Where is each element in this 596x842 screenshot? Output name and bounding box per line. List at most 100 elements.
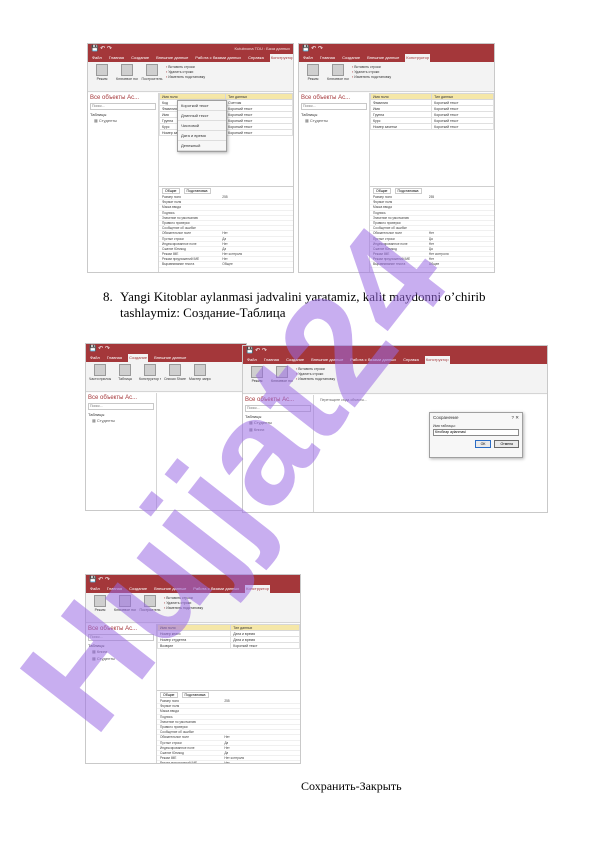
view-button[interactable]: Режим <box>246 366 268 391</box>
modify-lookups-button[interactable]: Изменить подстановку <box>352 75 391 79</box>
property-value[interactable]: Да <box>222 247 226 251</box>
tab-create[interactable]: Создание <box>128 354 149 362</box>
property-value[interactable]: Нет <box>429 231 434 235</box>
tab-create[interactable]: Создание <box>128 585 148 593</box>
insert-rows-button[interactable]: Вставить строки <box>296 367 335 371</box>
nav-item-books[interactable]: Книги <box>86 648 156 655</box>
menu-item[interactable]: Числовой <box>178 121 226 131</box>
property-value[interactable]: Нет контроля <box>222 252 242 256</box>
menu-item[interactable]: Короткий текст <box>178 101 226 111</box>
tab-file[interactable]: Файл <box>89 354 101 362</box>
property-value[interactable]: Нет контроля <box>224 756 244 760</box>
table-row[interactable]: Номер зачетки Короткий текст <box>369 123 494 130</box>
table-button[interactable]: Таблица <box>114 364 136 389</box>
quick-access-icons[interactable]: 💾 ↶ ↷ <box>246 347 267 354</box>
nav-group-tables[interactable]: Таблицы <box>88 110 158 117</box>
tab-database[interactable]: Работа с базами данных <box>192 585 240 593</box>
nav-search-input[interactable]: Поиск... <box>88 403 154 410</box>
property-value[interactable]: 255 <box>224 699 229 703</box>
nav-header[interactable]: Все объекты Ac... <box>88 93 158 103</box>
property-value[interactable]: Да <box>429 247 433 251</box>
quick-access-icons[interactable]: 💾 ↶ ↷ <box>91 45 112 52</box>
view-button[interactable]: Режим <box>302 64 324 89</box>
sharepoint-lists-button[interactable]: Списки SharePoint <box>164 364 186 389</box>
modify-lookups-button[interactable]: Изменить подстановку <box>164 606 203 610</box>
delete-rows-button[interactable]: Удалить строки <box>296 372 335 376</box>
insert-rows-button[interactable]: Вставить строки <box>352 65 391 69</box>
menu-item[interactable]: Длинный текст <box>178 111 226 121</box>
property-row[interactable]: Выравнивание текста Общее <box>370 262 494 268</box>
nav-group-tables[interactable]: Таблицы <box>299 110 369 117</box>
tab-lookup[interactable]: Подстановка <box>394 188 422 194</box>
view-button[interactable]: Режим <box>89 595 111 620</box>
table-design-button[interactable]: Конструктор таблиц <box>139 364 161 389</box>
property-value[interactable]: Нет <box>222 257 227 261</box>
menu-item[interactable]: Дата и время <box>178 131 226 141</box>
tab-home[interactable]: Главная <box>106 354 123 362</box>
property-value[interactable]: Нет <box>224 735 229 739</box>
insert-rows-button[interactable]: Вставить строки <box>164 596 203 600</box>
quick-access-icons[interactable]: 💾 ↶ ↷ <box>89 345 110 352</box>
nav-header[interactable]: Все объекты Ac... <box>243 395 313 405</box>
property-value[interactable]: Общее <box>222 262 232 266</box>
tab-file[interactable]: Файл <box>302 54 314 62</box>
nav-header[interactable]: Все объекты Ac... <box>86 624 156 634</box>
property-value[interactable]: Нет <box>429 257 434 261</box>
tab-create[interactable]: Создание <box>285 356 305 364</box>
property-value[interactable]: 255 <box>429 195 434 199</box>
nav-item-books[interactable]: Книги <box>243 426 313 433</box>
delete-rows-button[interactable]: Удалить строки <box>166 70 205 74</box>
nav-group-tables[interactable]: Таблицы <box>86 641 156 648</box>
nav-item-students[interactable]: Студенты <box>86 655 156 662</box>
nav-item-students[interactable]: Студенты <box>243 419 313 426</box>
tab-design[interactable]: Конструктор <box>269 54 293 62</box>
tab-general[interactable]: Общие <box>373 188 391 194</box>
builder-button[interactable]: Построитель <box>141 64 163 89</box>
nav-item-students[interactable]: Студенты <box>299 117 369 124</box>
modify-lookups-button[interactable]: Изменить подстановку <box>296 377 335 381</box>
modify-lookups-button[interactable]: Изменить подстановку <box>166 75 205 79</box>
property-value[interactable]: Нет <box>224 746 229 750</box>
nav-search-input[interactable]: Поиск... <box>88 634 154 641</box>
quick-access-icons[interactable]: 💾 ↶ ↷ <box>89 576 110 583</box>
property-value[interactable]: Нет <box>429 242 434 246</box>
tab-home[interactable]: Главная <box>106 585 123 593</box>
property-value[interactable]: Да <box>429 237 433 241</box>
tab-general[interactable]: Общие <box>160 692 178 698</box>
property-row[interactable]: Режим предложений IME Нет <box>157 761 300 763</box>
nav-search-input[interactable]: Поиск... <box>301 103 367 110</box>
nav-header[interactable]: Все объекты Ac... <box>86 393 156 403</box>
view-button[interactable]: Режим <box>91 64 113 89</box>
nav-group-tables[interactable]: Таблицы <box>243 412 313 419</box>
tab-external[interactable]: Внешние данные <box>366 54 400 62</box>
tab-create[interactable]: Создание <box>130 54 150 62</box>
nav-group-tables[interactable]: Таблицы <box>86 410 156 417</box>
table-row[interactable]: Возврат Короткий текст <box>156 642 300 649</box>
builder-button[interactable]: Построитель <box>139 595 161 620</box>
primary-key-button[interactable]: Ключевое поле <box>116 64 138 89</box>
tab-create[interactable]: Создание <box>341 54 361 62</box>
tab-database[interactable]: Работа с базами данных <box>194 54 242 62</box>
delete-rows-button[interactable]: Удалить строки <box>352 70 391 74</box>
primary-key-button[interactable]: Ключевое поле <box>271 366 293 391</box>
tab-help[interactable]: Справка <box>247 54 265 62</box>
primary-key-button[interactable]: Ключевое поле <box>114 595 136 620</box>
tab-home[interactable]: Главная <box>319 54 336 62</box>
insert-rows-button[interactable]: Вставить строки <box>166 65 205 69</box>
property-value[interactable]: Да <box>222 237 226 241</box>
property-value[interactable]: Общее <box>429 262 439 266</box>
tab-database[interactable]: Работа с базами данных <box>349 356 397 364</box>
quick-access-icons[interactable]: 💾 ↶ ↷ <box>302 45 323 52</box>
tab-external[interactable]: Внешние данные <box>153 354 187 362</box>
tab-file[interactable]: Файл <box>89 585 101 593</box>
nav-search-input[interactable]: Поиск... <box>245 405 311 412</box>
nav-search-input[interactable]: Поиск... <box>90 103 156 110</box>
tab-design[interactable]: Конструктор <box>424 356 450 364</box>
query-wizard-button[interactable]: Мастер запросов <box>189 364 211 389</box>
tab-lookup[interactable]: Подстановка <box>183 188 211 194</box>
tab-home[interactable]: Главная <box>263 356 280 364</box>
tab-external[interactable]: Внешние данные <box>310 356 344 364</box>
nav-item-students[interactable]: Студенты <box>86 417 156 424</box>
property-value[interactable]: Нет <box>224 761 229 763</box>
property-value[interactable]: Нет контроля <box>429 252 449 256</box>
